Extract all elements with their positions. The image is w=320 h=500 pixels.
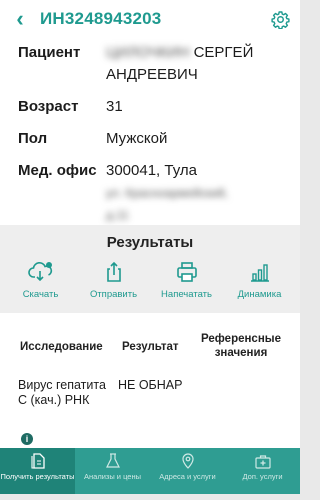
bar-chart-icon (250, 264, 269, 282)
print-button[interactable]: Напечатать (151, 259, 223, 300)
dynamics-button[interactable]: Динамика (224, 259, 296, 300)
age-value: 31 (106, 98, 123, 115)
order-number-title: ИН3248943203 (40, 9, 162, 28)
share-icon (106, 261, 121, 282)
patient-info: Пациент ЦИЛОЧКИН СЕРГЕЙ АНДРЕЕВИЧ Возрас… (18, 42, 288, 226)
download-button[interactable]: Скачать (5, 259, 77, 300)
office-address-hidden-line3: д.11 (106, 208, 129, 222)
column-header-result: Результат (122, 341, 179, 353)
nav-addresses-services[interactable]: Адреса и услуги (150, 448, 225, 494)
settings-button[interactable] (260, 0, 300, 38)
medical-kit-icon (254, 454, 271, 469)
office-address-hidden-line2: ул. Красноармейский, (106, 186, 229, 200)
back-button[interactable]: ‹ (0, 0, 40, 38)
share-button[interactable]: Отправить (78, 259, 150, 300)
age-row: Возраст 31 (18, 96, 288, 118)
study-name: Вирус гепатита С (кач.) РНК (18, 378, 106, 407)
results-actions: Скачать Отправить Напечатать Динамика (0, 259, 300, 300)
gear-icon (270, 10, 290, 29)
flask-icon (105, 453, 120, 468)
age-label: Возраст (18, 98, 79, 115)
office-value: 300041, Тула ул. Красноармейский, д.11 (106, 160, 288, 226)
nav-extra-services[interactable]: Доп. услуги (225, 448, 300, 494)
results-section: Результаты Скачать Отправить Напечатать … (0, 225, 300, 313)
download-label: Скачать (22, 289, 59, 300)
column-header-study: Исследование (20, 341, 103, 353)
print-label: Напечатать (161, 289, 212, 300)
dynamics-label: Динамика (237, 289, 282, 300)
nav-tests-prices[interactable]: Анализы и цены (75, 448, 150, 494)
patient-surname-hidden: ЦИЛОЧКИН (106, 44, 190, 61)
sex-value: Мужской (106, 130, 168, 147)
office-row: Мед. офис 300041, Тула ул. Красноармейск… (18, 160, 288, 226)
office-label: Мед. офис (18, 162, 97, 179)
cloud-download-icon (27, 262, 52, 282)
column-header-reference: Референсные значения (200, 333, 281, 359)
results-title: Результаты (106, 234, 194, 251)
patient-label: Пациент (18, 44, 81, 61)
share-label: Отправить (89, 289, 138, 300)
nav-tests-prices-label: Анализы и цены (84, 472, 141, 481)
bottom-navigation: Получить результаты Анализы и цены Адрес… (0, 448, 300, 494)
back-arrow-icon: ‹ (16, 6, 24, 31)
nav-addresses-services-label: Адреса и услуги (159, 472, 216, 481)
nav-get-results[interactable]: Получить результаты (0, 448, 75, 494)
nav-extra-services-label: Доп. услуги (242, 472, 283, 481)
office-address-line1: 300041, Тула (106, 162, 197, 179)
top-bar: ‹ ИН3248943203 (0, 0, 300, 38)
patient-patronymic: АНДРЕЕВИЧ (106, 66, 198, 83)
patient-name-row: Пациент ЦИЛОЧКИН СЕРГЕЙ АНДРЕЕВИЧ (18, 42, 288, 86)
patient-first-name: СЕРГЕЙ (193, 44, 254, 61)
printer-icon (176, 262, 197, 282)
result-value: НЕ ОБНАР (118, 378, 183, 392)
sex-row: Пол Мужской (18, 128, 288, 150)
info-icon[interactable]: i (21, 433, 33, 445)
patient-name-value: ЦИЛОЧКИН СЕРГЕЙ АНДРЕЕВИЧ (106, 42, 288, 86)
sex-label: Пол (18, 130, 48, 147)
document-icon (30, 453, 45, 469)
screen: ‹ ИН3248943203 Пациент ЦИЛОЧКИН СЕРГЕЙ А… (0, 0, 300, 494)
location-pin-icon (181, 453, 194, 469)
nav-get-results-label: Получить результаты (0, 472, 75, 481)
